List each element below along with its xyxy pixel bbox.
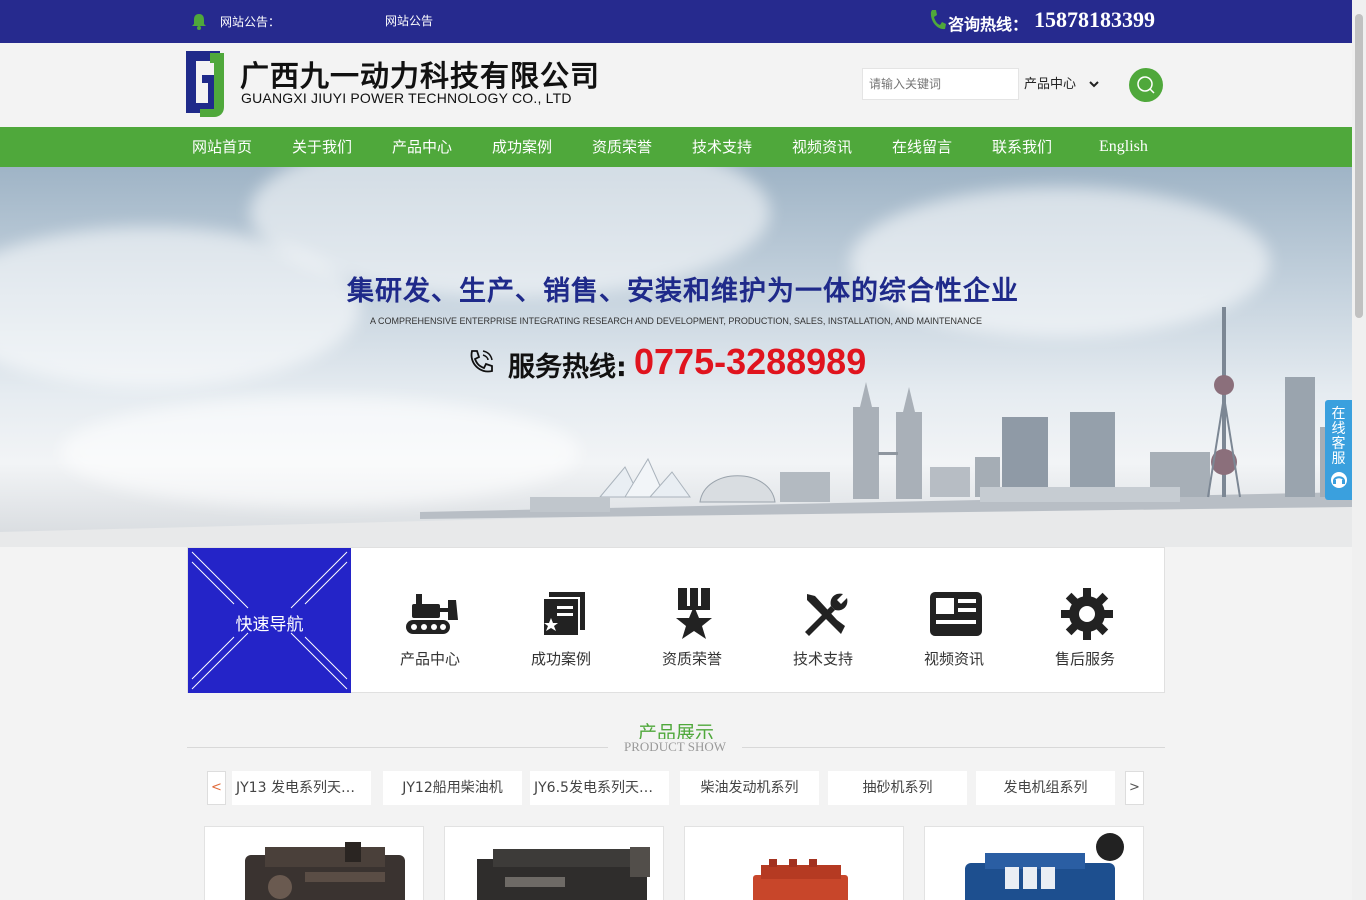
product-image	[245, 842, 405, 900]
header: 广西九一动力科技有限公司 GUANGXI JIUYI POWER TECHNOL…	[0, 43, 1352, 127]
product-card[interactable]	[204, 826, 424, 900]
quick-nav-cases[interactable]: 成功案例	[506, 548, 616, 693]
quick-nav-label: 视频资讯	[923, 650, 984, 668]
product-image	[477, 847, 650, 900]
quick-nav-support[interactable]: 技术支持	[768, 548, 878, 693]
tab-next-button[interactable]: >	[1125, 771, 1144, 805]
phone-icon	[470, 350, 493, 373]
product-card[interactable]	[924, 826, 1144, 900]
tools-icon	[805, 593, 848, 636]
quick-nav-label: 成功案例	[530, 650, 591, 668]
main-nav: 网站首页 关于我们 产品中心 成功案例 资质荣誉 技术支持 视频资讯 在线留言 …	[0, 127, 1352, 167]
search-category-select[interactable]: 产品中心	[1020, 70, 1102, 98]
page-scrollbar[interactable]	[1352, 0, 1366, 900]
quick-nav-video[interactable]: 视频资讯	[899, 548, 1009, 693]
nav-item-home[interactable]: 网站首页	[192, 127, 252, 167]
banner-hotline-label: 服务热线:	[508, 352, 627, 383]
search-input[interactable]	[862, 68, 1019, 100]
product-tab[interactable]: JY6.5发电系列天然气发动机	[530, 771, 669, 805]
headset-icon	[1330, 472, 1347, 488]
nav-item-contact[interactable]: 联系我们	[992, 127, 1052, 167]
nav-item-support[interactable]: 技术支持	[692, 127, 752, 167]
quick-nav-label: 技术支持	[792, 650, 853, 668]
banner-title: 集研发、生产、销售、安装和维护为一体的综合性企业	[347, 276, 1019, 307]
search-icon	[1137, 76, 1155, 94]
hotline-label: 咨询热线：	[948, 15, 1029, 34]
quick-nav-label: 售后服务	[1054, 650, 1115, 668]
top-bar: 网站公告： 网站公告 咨询热线： 15878183399	[0, 0, 1352, 43]
quick-nav-aftersales[interactable]: 售后服务	[1030, 548, 1140, 693]
scrollbar-thumb[interactable]	[1355, 14, 1363, 318]
quick-nav-title: 快速导航	[235, 615, 304, 635]
search-button[interactable]	[1129, 68, 1163, 102]
medal-icon	[676, 588, 712, 639]
gear-icon	[1061, 588, 1113, 640]
product-tab[interactable]: JY13 发电系列天然气发动机	[232, 771, 371, 805]
nav-item-products[interactable]: 产品中心	[392, 127, 452, 167]
product-card[interactable]	[444, 826, 664, 900]
announcement-label: 网站公告：	[220, 15, 281, 29]
company-logo-icon[interactable]	[180, 47, 226, 117]
nav-item-message[interactable]: 在线留言	[892, 127, 952, 167]
product-image	[753, 859, 848, 900]
news-icon	[930, 592, 982, 636]
product-tab[interactable]: 柴油发动机系列	[680, 771, 819, 805]
quick-nav-label: 产品中心	[399, 650, 460, 668]
hero-banner: 集研发、生产、销售、安装和维护为一体的综合性企业 A COMPREHENSIVE…	[0, 167, 1352, 547]
quick-nav-panel: 快速导航 产品中心 成功案例 资质荣誉 技术支持 视频资讯 售后服务	[187, 547, 1165, 693]
quick-nav-label: 资质荣誉	[661, 650, 722, 668]
company-name-en: GUANGXI JIUYI POWER TECHNOLOGY CO., LTD	[241, 90, 572, 106]
bell-icon	[192, 14, 206, 30]
nav-item-about[interactable]: 关于我们	[292, 127, 352, 167]
phone-icon	[930, 10, 946, 30]
nav-item-english[interactable]: English	[1099, 127, 1148, 167]
announcement-text[interactable]: 网站公告	[385, 12, 433, 29]
product-tab[interactable]: 发电机组系列	[976, 771, 1115, 805]
product-show-subtitle: PRODUCT SHOW	[608, 739, 742, 755]
product-image	[965, 833, 1124, 900]
banner-subtitle: A COMPREHENSIVE ENTERPRISE INTEGRATING R…	[369, 316, 983, 326]
company-name-cn: 广西九一动力科技有限公司	[240, 59, 601, 93]
nav-item-video[interactable]: 视频资讯	[792, 127, 852, 167]
nav-item-cases[interactable]: 成功案例	[492, 127, 552, 167]
bulldozer-icon	[406, 594, 458, 634]
quick-nav-products[interactable]: 产品中心	[375, 548, 485, 693]
online-service-button[interactable]: 在线客服	[1325, 400, 1352, 500]
book-star-icon	[542, 592, 585, 637]
banner-hotline-number: 0775-3288989	[634, 341, 867, 382]
nav-item-honors[interactable]: 资质荣誉	[592, 127, 652, 167]
quick-nav-honors[interactable]: 资质荣誉	[637, 548, 747, 693]
product-card[interactable]	[684, 826, 904, 900]
online-service-label: 在线客服	[1331, 406, 1346, 467]
hotline-number: 15878183399	[1034, 7, 1155, 32]
product-tab[interactable]: JY12船用柴油机	[383, 771, 522, 805]
product-tab[interactable]: 抽砂机系列	[828, 771, 967, 805]
tab-prev-button[interactable]: <	[207, 771, 226, 805]
quick-nav-header: 快速导航	[188, 548, 351, 693]
